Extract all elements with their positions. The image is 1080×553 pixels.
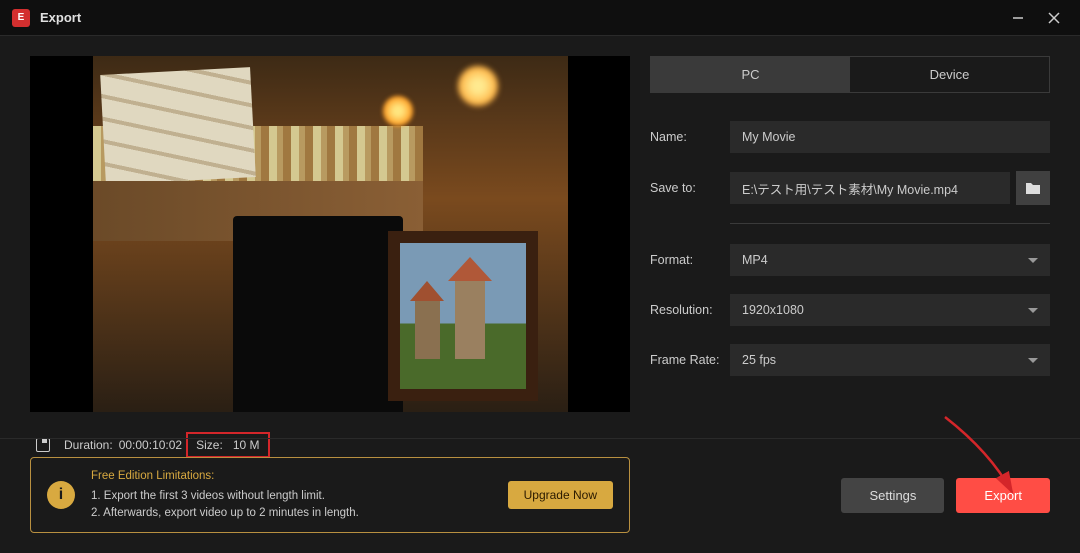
chevron-down-icon xyxy=(1028,358,1038,363)
video-preview xyxy=(30,56,630,412)
limitation-line-1: 1. Export the first 3 videos without len… xyxy=(91,488,492,505)
close-button[interactable] xyxy=(1040,4,1068,32)
chevron-down-icon xyxy=(1028,308,1038,313)
chevron-down-icon xyxy=(1028,258,1038,263)
resolution-value: 1920x1080 xyxy=(742,303,804,317)
titlebar: E Export xyxy=(0,0,1080,36)
info-icon: i xyxy=(47,481,75,509)
name-label: Name: xyxy=(650,130,730,144)
window-title: Export xyxy=(40,10,1004,25)
minimize-button[interactable] xyxy=(1004,4,1032,32)
framerate-label: Frame Rate: xyxy=(650,353,730,367)
name-input[interactable] xyxy=(730,121,1050,153)
tab-device[interactable]: Device xyxy=(850,57,1049,92)
app-icon: E xyxy=(12,9,30,27)
output-tabs: PC Device xyxy=(650,56,1050,93)
resolution-label: Resolution: xyxy=(650,303,730,317)
upgrade-button[interactable]: Upgrade Now xyxy=(508,481,613,509)
window-controls xyxy=(1004,4,1068,32)
export-button[interactable]: Export xyxy=(956,478,1050,513)
tab-pc[interactable]: PC xyxy=(651,57,850,92)
divider xyxy=(730,223,1050,224)
limitation-title: Free Edition Limitations: xyxy=(91,468,492,485)
limitation-line-2: 2. Afterwards, export video up to 2 minu… xyxy=(91,505,492,522)
resolution-select[interactable]: 1920x1080 xyxy=(730,294,1050,326)
saveto-input[interactable] xyxy=(730,172,1010,204)
framerate-value: 25 fps xyxy=(742,353,776,367)
format-label: Format: xyxy=(650,253,730,267)
limitation-notice: i Free Edition Limitations: 1. Export th… xyxy=(30,457,630,533)
format-select[interactable]: MP4 xyxy=(730,244,1050,276)
framerate-select[interactable]: 25 fps xyxy=(730,344,1050,376)
folder-icon xyxy=(1025,181,1041,195)
saveto-label: Save to: xyxy=(650,181,730,195)
browse-button[interactable] xyxy=(1016,171,1050,205)
format-value: MP4 xyxy=(742,253,768,267)
settings-button[interactable]: Settings xyxy=(841,478,944,513)
